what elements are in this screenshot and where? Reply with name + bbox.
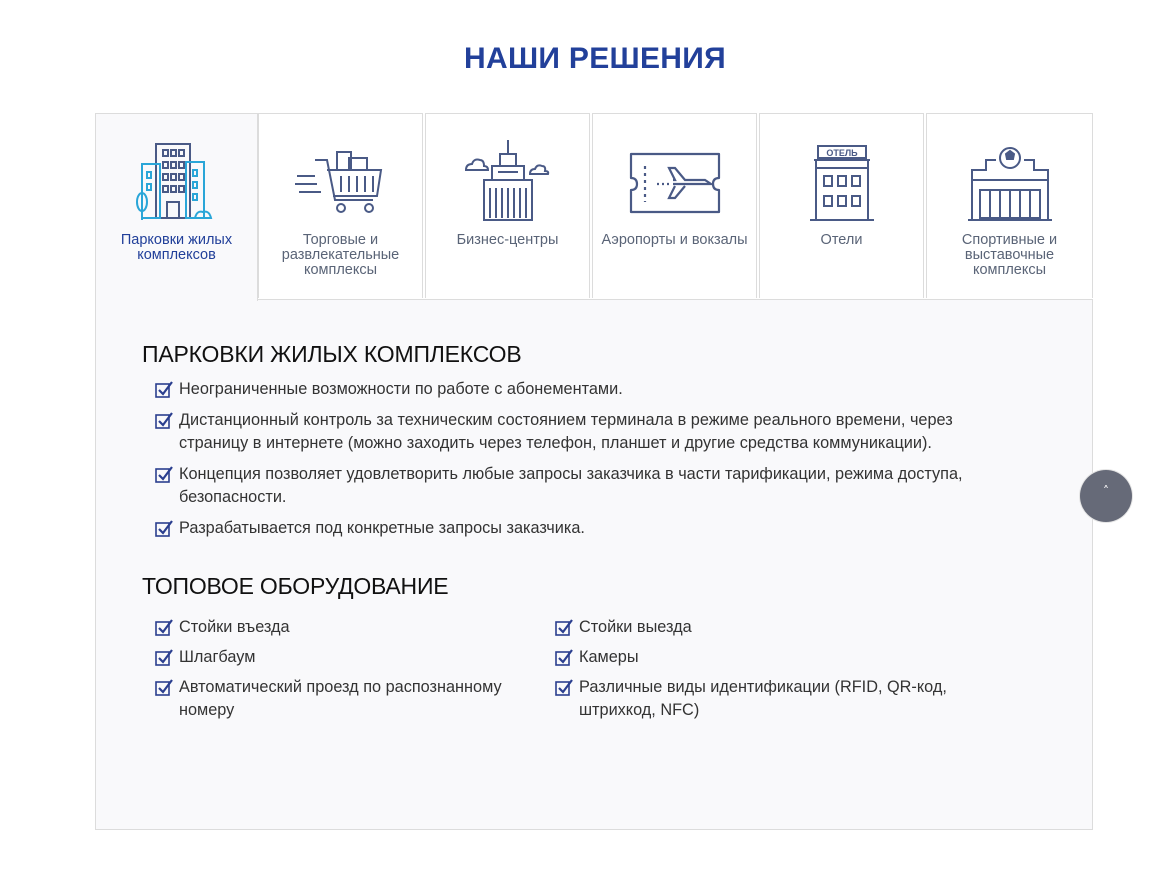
plane-ticket-icon [629,152,720,214]
list-item: Автоматический проезд по распознанному н… [155,676,555,722]
equipment-text: Шлагбаум [179,648,256,666]
checkbox-icon [555,649,573,666]
list-item: Шлагбаум [155,646,555,669]
checkbox-icon [155,466,173,483]
feature-list: Неограниченные возможности по работе с а… [155,378,1015,548]
equipment-text: Различные виды идентификации (RFID, QR-к… [579,678,947,719]
feature-text: Разрабатывается под конкретные запросы з… [179,519,585,537]
stadium-icon [967,147,1052,221]
checkbox-icon [155,381,173,398]
tab-residential[interactable]: Парковки жилых комплексов [95,113,258,301]
tab-label: Спортивные и выставочные комплексы [961,232,1058,278]
tab-business-centers[interactable]: Бизнес-центры [425,113,590,298]
equipment-text: Стойки выезда [579,618,692,636]
list-item: Концепция позволяет удовлетворить любые … [155,463,1015,509]
solutions-tabs: Парковки жилых комплексов Торговые и раз… [95,113,1093,301]
checkbox-icon [155,649,173,666]
checkbox-icon [155,679,173,696]
chevron-up-icon: ˄ [1103,484,1109,498]
equipment-heading: ТОПОВОЕ ОБОРУДОВАНИЕ [142,573,449,599]
equipment-text: Стойки въезда [179,618,290,636]
tab-label: Аэропорты и вокзалы [601,232,748,248]
list-item: Камеры [555,646,975,669]
hotel-icon: ОТЕЛЬ [809,145,874,221]
section-heading: ПАРКОВКИ ЖИЛЫХ КОМПЛЕКСОВ [142,341,522,367]
feature-text: Концепция позволяет удовлетворить любые … [179,465,963,506]
scroll-to-top-button[interactable]: ˄ [1080,470,1132,522]
equipment-list-right: Стойки выезда Камеры Различные виды иден… [555,616,975,729]
tab-label: Торговые и развлекательные комплексы [281,232,400,278]
tab-label: Парковки жилых комплексов [120,232,233,263]
equipment-list-left: Стойки въезда Шлагбаум Автоматический пр… [155,616,555,729]
svg-text:ОТЕЛЬ: ОТЕЛЬ [826,148,858,158]
residential-building-icon [135,143,212,220]
list-item: Стойки въезда [155,616,555,639]
business-center-icon [464,140,549,221]
checkbox-icon [155,619,173,636]
list-item: Разрабатывается под конкретные запросы з… [155,517,1015,540]
tab-label: Отели [820,232,863,248]
checkbox-icon [155,520,173,537]
tab-airports[interactable]: Аэропорты и вокзалы [592,113,757,298]
checkbox-icon [155,412,173,429]
tab-hotels[interactable]: ОТЕЛЬ Отели [759,113,924,298]
feature-text: Неограниченные возможности по работе с а… [179,380,623,398]
list-item: Различные виды идентификации (RFID, QR-к… [555,676,959,722]
tab-sports[interactable]: Спортивные и выставочные комплексы [926,113,1093,298]
list-item: Стойки выезда [555,616,975,639]
tab-label: Бизнес-центры [456,232,559,248]
feature-text: Дистанционный контроль за техническим со… [179,411,953,452]
equipment-text: Автоматический проезд по распознанному н… [179,678,502,719]
tab-content-panel: ПАРКОВКИ ЖИЛЫХ КОМПЛЕКСОВ Неограниченные… [95,299,1093,830]
checkbox-icon [555,619,573,636]
list-item: Дистанционный контроль за техническим со… [155,409,1015,455]
checkbox-icon [555,679,573,696]
tab-shopping[interactable]: Торговые и развлекательные комплексы [258,113,423,298]
shopping-cart-icon [294,151,382,213]
page-title: НАШИ РЕШЕНИЯ [464,42,726,75]
list-item: Неограниченные возможности по работе с а… [155,378,1015,401]
equipment-text: Камеры [579,648,639,666]
